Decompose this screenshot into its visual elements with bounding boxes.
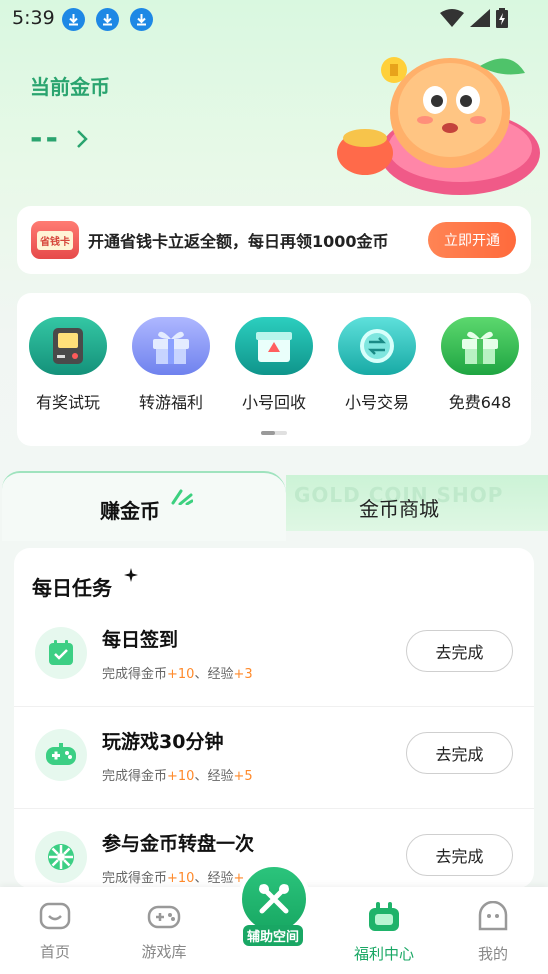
reward-exp: +3 (233, 667, 253, 682)
nav-game-library-label: 游戏库 (141, 943, 187, 961)
feature-label: 有奖试玩 (35, 393, 100, 412)
trade-coin-icon (338, 317, 416, 375)
download-icon (130, 8, 153, 31)
gift-icon (132, 317, 210, 375)
feature-account-recycle[interactable]: 小号回收 (229, 317, 319, 417)
page-indicator-active (261, 431, 275, 435)
game-console-icon (29, 317, 107, 375)
nav-game-library[interactable]: 游戏库 (124, 901, 204, 962)
wheel-icon (35, 831, 87, 883)
sparkle-icon (124, 568, 138, 582)
feature-label: 转游福利 (138, 393, 203, 412)
nav-mine[interactable]: 我的 (453, 900, 533, 964)
mascot-illustration (337, 57, 540, 195)
reward-coin: +10 (167, 871, 195, 886)
chevron-right-icon[interactable] (74, 128, 90, 150)
reward-exp: +5 (233, 769, 253, 784)
wifi-icon (440, 9, 464, 27)
reward-exp-label: 、经验 (194, 667, 234, 682)
download-icon (62, 8, 85, 31)
recycle-box-icon (235, 317, 313, 375)
battery-icon (496, 8, 508, 28)
savings-card-banner[interactable]: 省钱卡 开通省钱卡立返全额，每日再领1000金币 立即开通 (17, 206, 531, 274)
nav-welfare-center[interactable]: 福利中心 (344, 901, 424, 964)
feature-transfer-welfare[interactable]: 转游福利 (126, 317, 216, 417)
tab-earn-coins-label: 赚金币 (100, 499, 160, 523)
tab-earn-coins[interactable]: 赚金币 (2, 471, 286, 541)
gamepad-icon (147, 905, 181, 929)
gift-icon (441, 317, 519, 375)
feature-label: 小号交易 (344, 393, 409, 412)
status-bar: 5:39 (0, 0, 548, 38)
reward-label: 完成得金币 (102, 871, 168, 886)
tools-icon (259, 884, 289, 914)
reward-coin: +10 (167, 769, 195, 784)
savings-card-badge: 省钱卡 (37, 230, 73, 250)
coin-tabs: GOLD COIN SHOP 金币商城 赚金币 (0, 471, 548, 541)
reward-exp-label: 、经验 (194, 769, 234, 784)
download-icon (96, 8, 119, 31)
go-complete-button[interactable]: 去完成 (406, 732, 513, 774)
gamepad-icon (35, 729, 87, 781)
daily-tasks-title: 每日任务 (32, 576, 112, 600)
nav-assist-space-label: 辅助空间 (243, 925, 304, 946)
feature-label: 免费648 (448, 393, 512, 412)
savings-card-icon: 省钱卡 (31, 221, 79, 259)
go-complete-button[interactable]: 去完成 (406, 834, 513, 876)
feature-trial-reward[interactable]: 有奖试玩 (23, 317, 113, 417)
reward-exp-label: 、经验 (194, 871, 234, 886)
task-name: 玩游戏30分钟 (102, 731, 224, 753)
task-reward: 完成得金币+10、经验+3 (102, 663, 253, 682)
tab-coin-shop[interactable]: GOLD COIN SHOP 金币商城 (286, 475, 548, 531)
task-reward: 完成得金币+10、经验+5 (102, 765, 253, 784)
task-name: 参与金币转盘一次 (102, 833, 255, 855)
nav-home-label: 首页 (39, 943, 70, 961)
banner-text: 开通省钱卡立返全额，每日再领1000金币 (88, 232, 389, 251)
status-time: 5:39 (12, 7, 55, 29)
nav-welfare-center-label: 福利中心 (353, 945, 414, 963)
task-reward: 完成得金币+10、经验+ (102, 867, 244, 886)
calendar-check-icon (35, 627, 87, 679)
profile-icon (478, 900, 508, 931)
task-name: 每日签到 (102, 629, 179, 651)
coin-balance[interactable]: -- (30, 121, 61, 156)
reward-coin: +10 (167, 667, 195, 682)
coin-title: 当前金币 (30, 75, 110, 99)
reward-label: 完成得金币 (102, 769, 168, 784)
bottom-nav: 首页 游戏库 辅助空间 福利中心 我的 (0, 863, 548, 974)
feature-free-648[interactable]: 免费648 (435, 317, 525, 417)
feature-account-trade[interactable]: 小号交易 (332, 317, 422, 417)
nav-home[interactable]: 首页 (15, 901, 95, 962)
go-complete-button[interactable]: 去完成 (406, 630, 513, 672)
reward-label: 完成得金币 (102, 667, 168, 682)
open-now-button[interactable]: 立即开通 (428, 222, 516, 258)
task-row: 每日签到 完成得金币+10、经验+3 去完成 (14, 605, 534, 707)
task-row: 玩游戏30分钟 完成得金币+10、经验+5 去完成 (14, 707, 534, 809)
feature-grid: 有奖试玩 转游福利 小号回收 小号交易 免费648 (17, 293, 531, 446)
sparkle-icon (171, 489, 193, 505)
signal-icon (470, 9, 490, 27)
home-icon (39, 902, 71, 930)
tv-gift-icon (369, 902, 399, 931)
tab-coin-shop-label: 金币商城 (359, 497, 439, 521)
daily-tasks-panel: 每日任务 每日签到 完成得金币+10、经验+3 去完成 玩游戏30分钟 完成得金… (14, 548, 534, 888)
nav-mine-label: 我的 (477, 945, 508, 963)
feature-label: 小号回收 (241, 393, 306, 412)
